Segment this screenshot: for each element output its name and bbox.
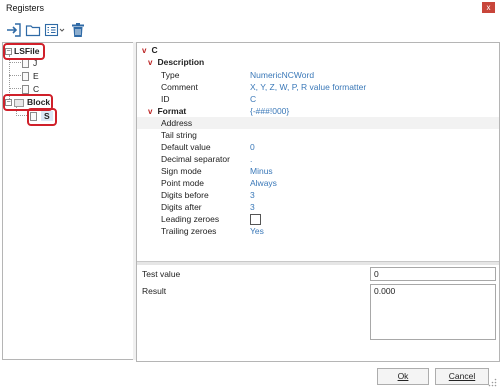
highlight-outline: [27, 108, 57, 126]
document-icon: [22, 85, 29, 95]
cancel-button[interactable]: Cancel: [435, 368, 489, 385]
resize-grip-icon[interactable]: [488, 378, 497, 387]
property-name: Address: [161, 118, 193, 128]
property-row[interactable]: Default value 0: [137, 141, 499, 153]
property-name: Leading zeroes: [161, 214, 220, 224]
property-name: Tail string: [161, 130, 197, 140]
property-name: Sign mode: [161, 166, 202, 176]
property-row[interactable]: ID C: [137, 93, 499, 105]
section-header[interactable]: vC: [142, 45, 158, 55]
test-value-input[interactable]: 0: [370, 267, 496, 281]
list-dropdown-icon[interactable]: [44, 22, 66, 38]
description-header[interactable]: v Description: [148, 57, 204, 67]
highlight-outline: [3, 43, 45, 60]
format-value[interactable]: {-###!000}: [250, 105, 289, 117]
property-row[interactable]: Leading zeroes: [137, 213, 499, 225]
test-value-label: Test value: [142, 269, 181, 279]
property-value[interactable]: X, Y, Z, W, P, R value formatter: [250, 81, 366, 93]
property-value[interactable]: Minus: [250, 165, 273, 177]
document-icon: [22, 72, 29, 82]
properties-panel: vC v Description Type NumericNCWord Comme…: [136, 42, 500, 362]
property-row[interactable]: Decimal separator .: [137, 153, 499, 165]
property-row[interactable]: Trailing zeroes Yes: [137, 225, 499, 237]
property-name: Type: [161, 70, 180, 80]
property-name: Default value: [161, 142, 211, 152]
property-name: Digits after: [161, 202, 202, 212]
delete-icon[interactable]: [70, 22, 86, 38]
window-title: Registers: [6, 3, 45, 13]
section-splitter[interactable]: [137, 261, 499, 265]
property-row[interactable]: Point mode Always: [137, 177, 499, 189]
chevron-down-icon[interactable]: v: [148, 58, 152, 67]
document-icon: [22, 59, 29, 69]
property-value[interactable]: NumericNCWord: [250, 69, 314, 81]
property-value[interactable]: .: [250, 153, 252, 165]
result-label: Result: [142, 286, 167, 296]
format-header-row[interactable]: v Format {-###!000}: [137, 105, 499, 117]
property-row[interactable]: Sign mode Minus: [137, 165, 499, 177]
property-name: Decimal separator: [161, 154, 230, 164]
property-row[interactable]: Address: [137, 117, 499, 129]
close-button[interactable]: x: [482, 2, 495, 13]
register-tree[interactable]: − LSFile J E C − Block S: [2, 42, 135, 360]
property-row[interactable]: Type NumericNCWord: [137, 69, 499, 81]
property-value[interactable]: Yes: [250, 225, 264, 237]
tree-item-label: C: [33, 84, 40, 94]
property-value[interactable]: 3: [250, 201, 255, 213]
import-icon[interactable]: [6, 22, 22, 38]
property-value[interactable]: Always: [250, 177, 277, 189]
folder-icon[interactable]: [25, 22, 41, 38]
property-value[interactable]: 3: [250, 189, 255, 201]
toolbar: [0, 22, 500, 42]
property-row[interactable]: Comment X, Y, Z, W, P, R value formatter: [137, 81, 499, 93]
ok-button[interactable]: Ok: [377, 368, 429, 385]
property-name: Trailing zeroes: [161, 226, 217, 236]
chevron-down-icon[interactable]: v: [142, 46, 146, 55]
property-name: ID: [161, 94, 170, 104]
leading-zeroes-checkbox[interactable]: [250, 214, 261, 225]
title-bar: Registers x: [0, 0, 500, 17]
property-name: Comment: [161, 82, 198, 92]
property-value[interactable]: C: [250, 93, 256, 105]
property-row[interactable]: Tail string: [137, 129, 499, 141]
result-field[interactable]: 0.000: [370, 284, 496, 340]
chevron-down-icon[interactable]: v: [148, 107, 152, 116]
property-row[interactable]: Digits after 3: [137, 201, 499, 213]
property-name: Digits before: [161, 190, 209, 200]
property-name: Point mode: [161, 178, 204, 188]
property-value[interactable]: 0: [250, 141, 255, 153]
tree-item-label: E: [33, 71, 39, 81]
tree-item-e[interactable]: E: [22, 70, 39, 82]
property-row[interactable]: Digits before 3: [137, 189, 499, 201]
